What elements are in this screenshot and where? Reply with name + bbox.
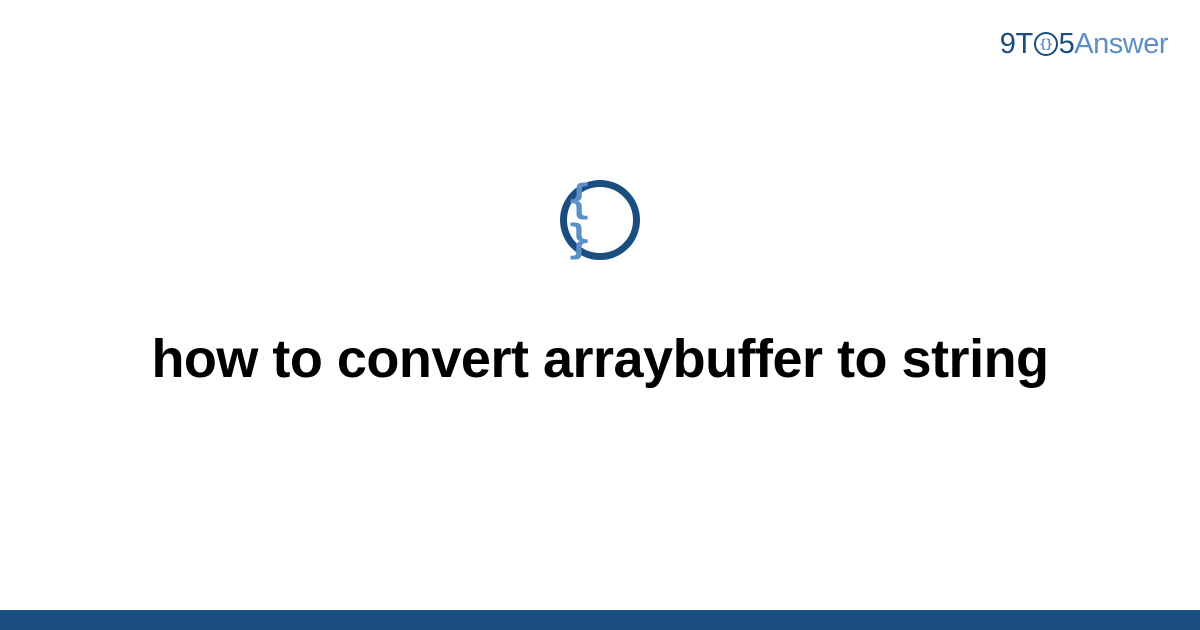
braces-glyph: { } [567,180,633,260]
footer-accent-bar [0,610,1200,630]
main-content: { } how to convert arraybuffer to string [0,0,1200,630]
code-braces-icon: { } [560,180,640,260]
page-title: how to convert arraybuffer to string [151,325,1048,394]
